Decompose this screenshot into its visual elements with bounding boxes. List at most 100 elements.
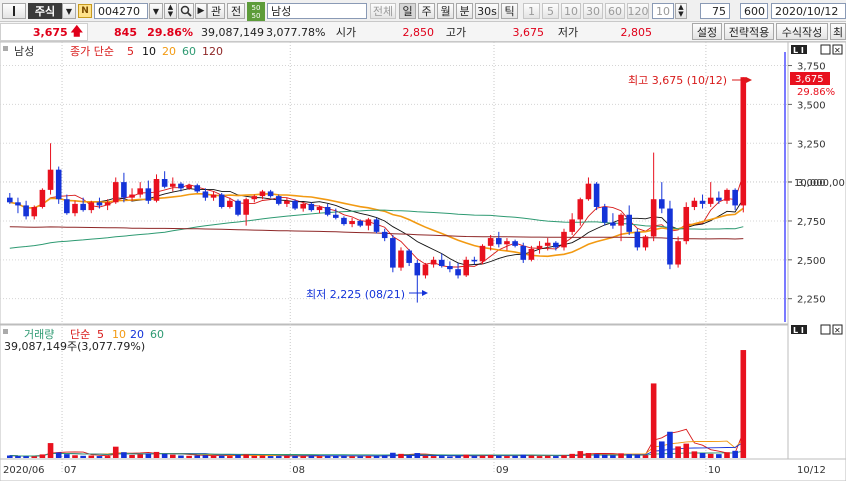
minute-30-button[interactable]: 30 (583, 3, 603, 19)
candle-body (601, 206, 608, 223)
candle-body (300, 203, 306, 209)
count-stepper[interactable]: ▲ ▼ (675, 3, 687, 19)
volume-bar (178, 455, 184, 458)
chevron-down-icon: ▼ (152, 6, 160, 16)
candle-body (47, 169, 54, 190)
new-badge: N (78, 4, 92, 18)
high-value: 3,675 (512, 25, 545, 39)
all-market-button[interactable]: 전 (227, 3, 245, 19)
period-day-button[interactable]: 일 (399, 3, 416, 19)
formula-button[interactable]: 수식작성 (776, 23, 828, 40)
arrow-down-icon: ▼ (678, 10, 684, 18)
volume-bar (23, 456, 29, 458)
volume-bar (47, 443, 54, 458)
volume-bar (349, 456, 355, 458)
volume-bar (145, 453, 152, 458)
ma-legend-label: 종가 단순 (70, 45, 114, 58)
show-all-button[interactable]: 전체 (370, 3, 396, 19)
volume-bar (398, 453, 404, 458)
current-pct-tag-text: 29.86% (797, 87, 835, 98)
candle-body (724, 189, 730, 201)
volume-bar (55, 452, 62, 458)
volume-bar (316, 456, 323, 458)
candle-body (218, 194, 225, 207)
volume-bar (683, 443, 690, 458)
candle-body (626, 214, 632, 232)
volume-bar (227, 456, 233, 458)
candle-body (610, 222, 616, 226)
volume-bar (512, 455, 518, 458)
volume-bar (422, 455, 429, 458)
period-month-button[interactable]: 월 (437, 3, 454, 19)
volume-bar (544, 455, 551, 458)
candle-body (235, 200, 241, 215)
volume-bar (170, 454, 176, 458)
stock-code-input[interactable]: 004270 (94, 3, 148, 19)
minute-60-button[interactable]: 60 (605, 3, 625, 19)
volume-bar (691, 451, 698, 458)
minute-10-button[interactable]: 10 (561, 3, 581, 19)
candle-body (31, 206, 38, 217)
volume-bar (447, 456, 453, 458)
volume-bar (333, 455, 339, 458)
candle-body (683, 206, 690, 242)
interest-button[interactable]: 관 (207, 3, 225, 19)
count-input[interactable]: 10 (652, 3, 674, 19)
candle-body (544, 242, 551, 246)
volume-bar (31, 456, 38, 458)
candle-body (390, 238, 396, 268)
panel-max-icon[interactable] (820, 324, 831, 335)
panel-lock-icon-text: L I (793, 326, 804, 335)
market-dropdown-button[interactable]: ▼ (62, 3, 76, 19)
period-minute-button[interactable]: 분 (456, 3, 473, 19)
candle-body (259, 191, 266, 197)
candle-body (210, 194, 217, 198)
next-arrow-button[interactable]: ▶ (195, 3, 207, 19)
period-tick-button[interactable]: 틱 (501, 3, 518, 19)
volume-bar (675, 446, 681, 458)
minute-1-button[interactable]: 1 (523, 3, 540, 19)
data-count-input[interactable]: 600 (740, 3, 768, 19)
more-button[interactable]: 최 (830, 23, 846, 40)
price-change-pct: 29.86% (147, 25, 193, 39)
current-price: 3,675 🡅 (0, 23, 88, 41)
candle-body (471, 259, 478, 262)
volume-bar (732, 450, 738, 458)
period-30s-button[interactable]: 30s (475, 3, 499, 19)
code-dropdown-button[interactable]: ▼ (149, 3, 163, 19)
stock-chart[interactable]: 3,7503,5003,2503,0002,7502,5002,250 40,0… (0, 42, 846, 481)
x-axis-label: 10 (708, 465, 721, 476)
window-menu-button[interactable] (2, 3, 26, 19)
minute-120-button[interactable]: 120 (627, 3, 649, 19)
date-input[interactable]: 2020/10/12 (771, 3, 846, 19)
candle-body (716, 197, 722, 201)
panel-max-icon[interactable] (820, 44, 831, 55)
y-tick-label: 2,250 (797, 295, 826, 306)
bar-width-input[interactable]: 75 (700, 3, 730, 19)
volume-bar (80, 455, 86, 458)
candle-body (186, 185, 192, 189)
candle-body (88, 202, 95, 211)
current-price-tag-text: 3,675 (795, 74, 824, 85)
search-button[interactable] (178, 3, 194, 19)
period-week-button[interactable]: 주 (418, 3, 435, 19)
panel-handle-icon[interactable] (3, 329, 8, 334)
badge-5050[interactable]: 50 50 (247, 2, 265, 21)
y-tick-label: 2,500 (797, 256, 826, 267)
minute-5-button[interactable]: 5 (542, 3, 559, 19)
y-tick-label: 3,750 (797, 62, 826, 73)
candle-body (129, 194, 135, 198)
candle-body (153, 179, 160, 201)
settings-button[interactable]: 설정 (692, 23, 722, 40)
x-axis-label: 2020/06 (3, 465, 45, 476)
code-stepper[interactable]: ▲ ▼ (164, 3, 177, 19)
candle-body (145, 188, 152, 201)
candle-body (64, 199, 70, 214)
panel-handle-icon[interactable] (3, 46, 8, 51)
market-type-select[interactable]: 주식 (28, 3, 62, 19)
apply-strategy-button[interactable]: 전략적용 (724, 23, 774, 40)
candle-body (512, 241, 518, 246)
stock-name-field: 남성 (267, 3, 367, 19)
x-axis-label: 08 (292, 465, 305, 476)
candle-body (72, 203, 78, 214)
